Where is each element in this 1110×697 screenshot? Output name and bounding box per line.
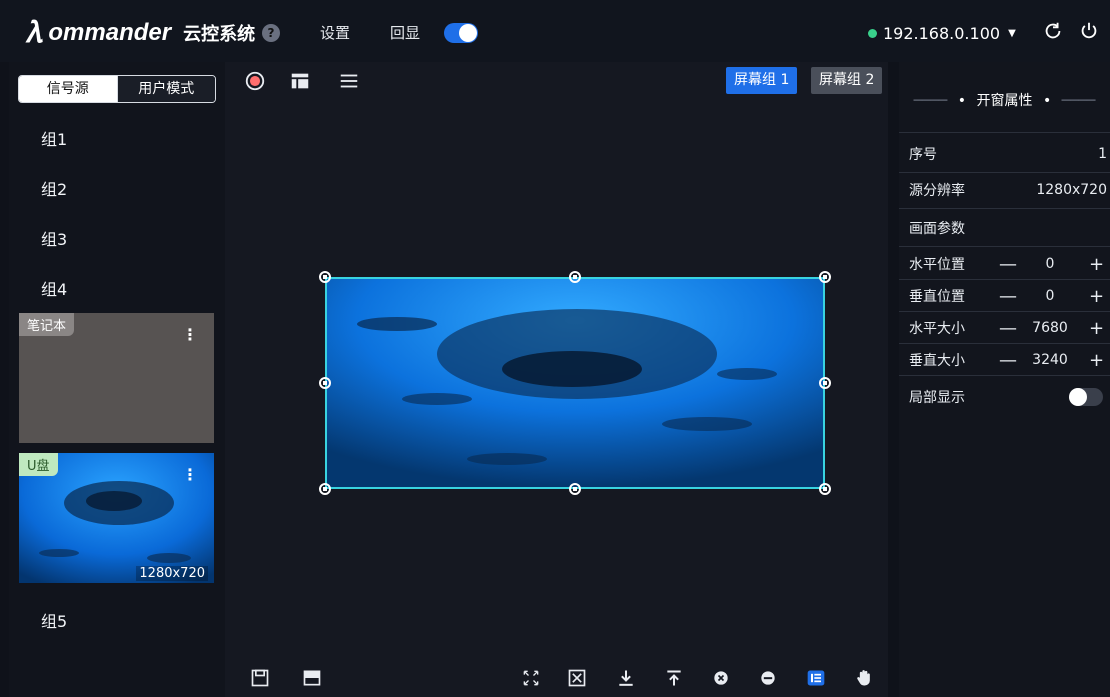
resize-handle-top[interactable] [569, 271, 581, 283]
picture-params-label: 画面参数 [909, 221, 965, 237]
stepper-label: 垂直位置 [909, 289, 965, 305]
group-item[interactable]: 组3 [41, 226, 67, 250]
divider [899, 172, 1110, 173]
panel-header: ──── • 开窗属性 • ──── [913, 93, 1096, 109]
resize-handle-bottom[interactable] [569, 483, 581, 495]
row-source-resolution: 源分辨率 1280x720 [899, 180, 1110, 200]
partial-display-label: 局部显示 [909, 390, 965, 406]
logo: 𝜆 ommander 云控系统 [26, 18, 255, 48]
device-ip: 192.168.0.100 [883, 24, 1001, 43]
stepper-value[interactable]: 0 [1027, 256, 1073, 272]
chevron-down-icon: ▼ [1008, 28, 1016, 39]
stepper-label: 水平位置 [909, 257, 965, 273]
increment-button[interactable]: + [1089, 350, 1104, 371]
save-icon[interactable] [250, 668, 270, 688]
list-menu-icon[interactable] [338, 70, 360, 92]
divider [899, 375, 1110, 376]
move-top-icon[interactable] [664, 668, 684, 688]
stepper-value[interactable]: 3240 [1027, 352, 1073, 368]
full-width-icon[interactable] [302, 668, 322, 688]
stepper-vertical-position: 垂直位置 — 0 + [899, 285, 1110, 307]
decrement-button[interactable]: — [999, 318, 1017, 339]
move-bottom-icon[interactable] [616, 668, 636, 688]
signal-source-panel: 信号源 用户模式 组1 组2 组3 组4 笔记本 ⋮ U盘 ⋮ 1280x720 [9, 62, 225, 697]
logo-system-name: 云控系统 [183, 24, 256, 45]
source-card-usb[interactable]: U盘 ⋮ 1280x720 [19, 453, 214, 583]
resize-handle-bottom-right[interactable] [819, 483, 831, 495]
echo-toggle[interactable] [444, 23, 478, 43]
video-frame [327, 279, 823, 487]
source-tag: U盘 [19, 453, 58, 476]
index-value: 1 [1098, 146, 1107, 162]
decrement-button[interactable]: — [999, 254, 1017, 275]
stepper-value[interactable]: 7680 [1027, 320, 1073, 336]
divider [899, 311, 1110, 312]
source-resolution-label: 源分辨率 [909, 183, 965, 199]
hand-pan-icon[interactable] [854, 668, 874, 688]
divider [899, 246, 1110, 247]
divider [899, 279, 1110, 280]
group-item[interactable]: 组4 [41, 276, 67, 300]
resize-handle-top-left[interactable] [319, 271, 331, 283]
top-bar: 𝜆 ommander 云控系统 ? 设置 回显 192.168.0.100 ▼ [0, 0, 1110, 62]
group-item[interactable]: 组5 [41, 608, 67, 632]
increment-button[interactable]: + [1089, 254, 1104, 275]
resize-handle-left[interactable] [319, 377, 331, 389]
stepper-horizontal-size: 水平大小 — 7680 + [899, 317, 1110, 339]
group-item[interactable]: 组1 [41, 126, 67, 150]
divider [899, 208, 1110, 209]
power-icon[interactable] [1078, 20, 1100, 42]
partial-display-toggle[interactable] [1069, 388, 1103, 406]
maximize-icon[interactable] [521, 668, 541, 688]
row-picture-params: 画面参数 [899, 218, 1110, 238]
window-properties-panel: ──── • 开窗属性 • ──── 序号 1 源分辨率 1280x720 画面… [899, 62, 1110, 697]
help-icon[interactable]: ? [262, 24, 280, 42]
source-tag: 笔记本 [19, 313, 75, 336]
source-resolution: 1280x720 [136, 566, 208, 581]
stepper-horizontal-position: 水平位置 — 0 + [899, 253, 1110, 275]
stepper-value[interactable]: 0 [1027, 288, 1073, 304]
logo-mark: 𝜆 [26, 15, 43, 50]
refresh-icon[interactable] [1042, 20, 1064, 42]
fit-window-icon[interactable] [567, 668, 587, 688]
tab-signal-source[interactable]: 信号源 [19, 76, 117, 102]
row-index: 序号 1 [899, 144, 1110, 164]
close-window-icon[interactable] [711, 668, 731, 688]
echo-label: 回显 [390, 24, 421, 42]
stepper-label: 水平大小 [909, 321, 965, 337]
increment-button[interactable]: + [1089, 286, 1104, 307]
source-resolution-value: 1280x720 [1036, 182, 1107, 198]
divider [899, 132, 1110, 133]
increment-button[interactable]: + [1089, 318, 1104, 339]
source-tabs: 信号源 用户模式 [18, 75, 216, 103]
decrement-button[interactable]: — [999, 350, 1017, 371]
stepper-vertical-size: 垂直大小 — 3240 + [899, 349, 1110, 371]
logo-brand: ommander [48, 19, 172, 46]
index-label: 序号 [909, 147, 937, 163]
resize-handle-top-right[interactable] [819, 271, 831, 283]
settings-menu[interactable]: 设置 [320, 22, 350, 43]
decrement-button[interactable]: — [999, 286, 1017, 307]
more-icon[interactable]: ⋮ [182, 325, 198, 344]
divider [899, 343, 1110, 344]
device-selector[interactable]: 192.168.0.100 ▼ [868, 24, 1016, 43]
video-window[interactable] [325, 277, 825, 489]
screen-group-2-button[interactable]: 屏幕组 2 [811, 67, 883, 94]
screen-group-1-button[interactable]: 屏幕组 1 [726, 67, 798, 94]
row-partial-display: 局部显示 [899, 386, 1110, 408]
screen-canvas[interactable]: 屏幕组 1 屏幕组 2 [225, 62, 888, 697]
online-status-dot [868, 29, 877, 38]
resize-handle-right[interactable] [819, 377, 831, 389]
window-info-icon[interactable] [806, 668, 826, 688]
tab-user-mode[interactable]: 用户模式 [116, 76, 215, 102]
resize-handle-bottom-left[interactable] [319, 483, 331, 495]
stepper-label: 垂直大小 [909, 353, 965, 369]
group-item[interactable]: 组2 [41, 176, 67, 200]
record-icon[interactable] [244, 70, 266, 92]
layout-icon[interactable] [289, 70, 311, 92]
more-icon[interactable]: ⋮ [182, 465, 198, 484]
remove-icon[interactable] [758, 668, 778, 688]
panel-title: 开窗属性 [976, 93, 1033, 109]
source-card-laptop[interactable]: 笔记本 ⋮ [19, 313, 214, 443]
